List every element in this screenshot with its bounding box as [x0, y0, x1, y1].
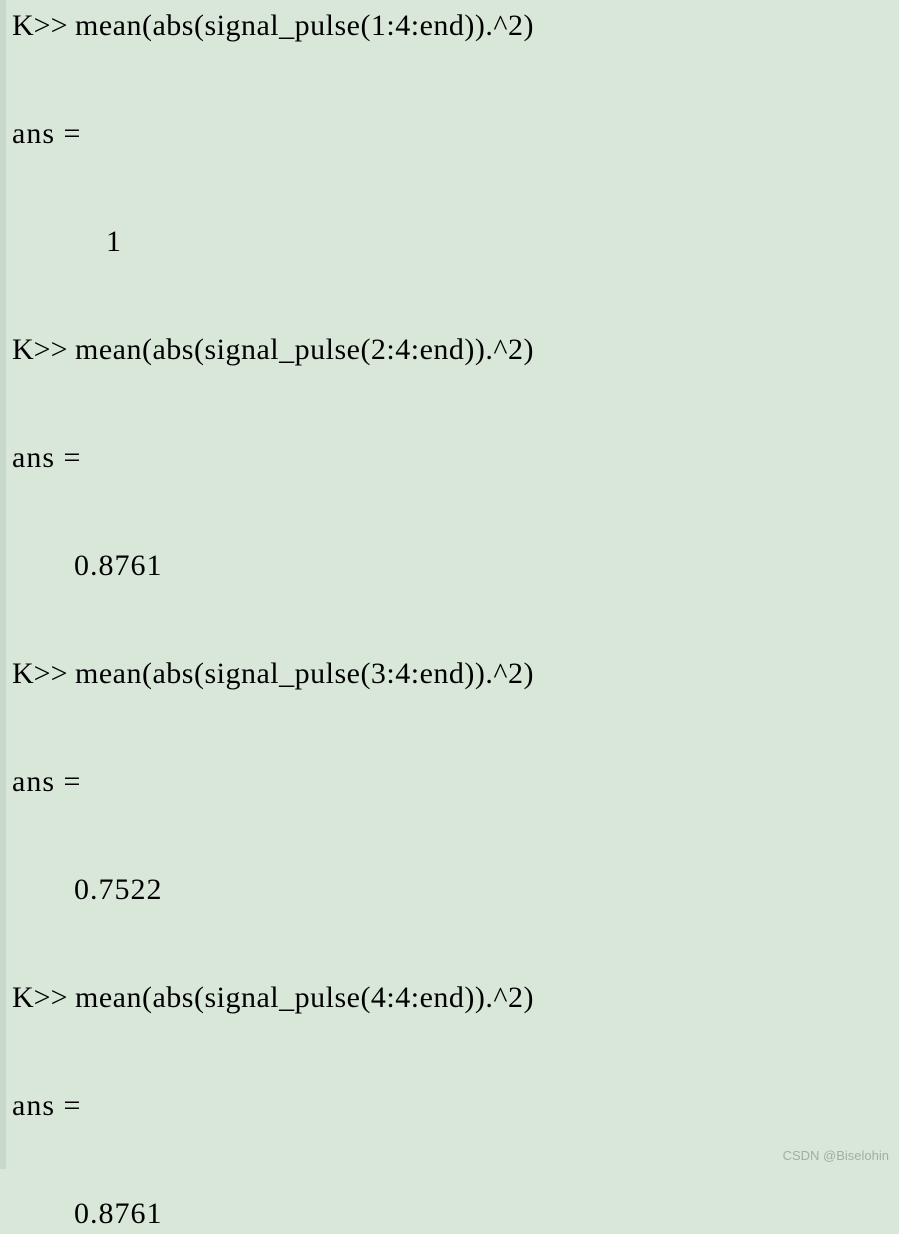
ans-label: ans = [12, 442, 891, 478]
blank-line [12, 694, 891, 730]
ans-label: ans = [12, 118, 891, 154]
command-text: mean(abs(signal_pulse(3:4:end)).^2) [75, 658, 534, 690]
blank-line [12, 406, 891, 442]
command-text: mean(abs(signal_pulse(1:4:end)).^2) [75, 10, 534, 42]
ans-label: ans = [12, 1090, 891, 1126]
blank-line [12, 1162, 891, 1198]
blank-line [12, 838, 891, 874]
command-line-2[interactable]: K>> mean(abs(signal_pulse(2:4:end)).^2) [12, 334, 891, 370]
debug-prompt: K>> [12, 10, 75, 42]
debug-prompt: K>> [12, 334, 75, 366]
command-line-4[interactable]: K>> mean(abs(signal_pulse(4:4:end)).^2) [12, 982, 891, 1018]
blank-line [12, 1126, 891, 1162]
blank-line [12, 1018, 891, 1054]
blank-line [12, 802, 891, 838]
blank-line [12, 622, 891, 658]
watermark-text: CSDN @Biselohin [783, 1148, 889, 1163]
command-text: mean(abs(signal_pulse(4:4:end)).^2) [75, 982, 534, 1014]
command-text: mean(abs(signal_pulse(2:4:end)).^2) [75, 334, 534, 366]
blank-line [12, 298, 891, 334]
blank-line [12, 478, 891, 514]
blank-line [12, 190, 891, 226]
blank-line [12, 154, 891, 190]
command-window-content: K>> mean(abs(signal_pulse(1:4:end)).^2) … [12, 10, 891, 1234]
result-value-2: 0.8761 [12, 550, 891, 586]
blank-line [12, 946, 891, 982]
blank-line [12, 82, 891, 118]
debug-prompt: K>> [12, 658, 75, 690]
blank-line [12, 586, 891, 622]
blank-line [12, 46, 891, 82]
left-gutter [0, 0, 6, 1169]
blank-line [12, 262, 891, 298]
command-line-1[interactable]: K>> mean(abs(signal_pulse(1:4:end)).^2) [12, 10, 891, 46]
blank-line [12, 370, 891, 406]
ans-label: ans = [12, 766, 891, 802]
result-value-4: 0.8761 [12, 1198, 891, 1234]
blank-line [12, 514, 891, 550]
blank-line [12, 730, 891, 766]
result-value-3: 0.7522 [12, 874, 891, 910]
debug-prompt: K>> [12, 982, 75, 1014]
command-line-3[interactable]: K>> mean(abs(signal_pulse(3:4:end)).^2) [12, 658, 891, 694]
blank-line [12, 1054, 891, 1090]
blank-line [12, 910, 891, 946]
result-value-1: 1 [12, 226, 891, 262]
